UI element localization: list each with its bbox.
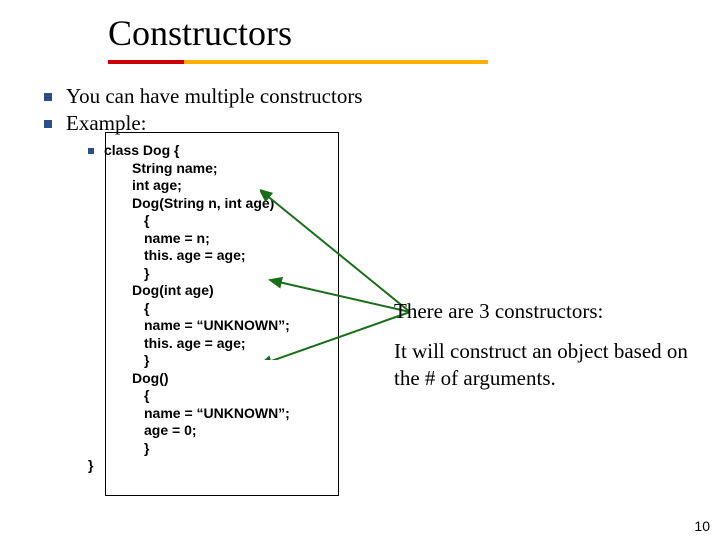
code-line: this. age = age;: [104, 335, 290, 353]
code-line: this. age = age;: [104, 247, 290, 265]
code-line: {: [104, 300, 290, 318]
bullet-icon: [88, 148, 94, 154]
page-number: 10: [694, 518, 710, 534]
annotation-2: It will construct an object based on the…: [394, 338, 694, 391]
code-line: name = “UNKNOWN”;: [104, 405, 290, 423]
code-line: name = “UNKNOWN”;: [104, 317, 290, 335]
code-line: Dog(String n, int age): [104, 195, 290, 213]
slide-title: Constructors: [108, 12, 720, 54]
code-line: }: [104, 265, 290, 283]
title-block: Constructors: [0, 0, 720, 54]
bullet-2: Example:: [44, 111, 720, 136]
bullet-1: You can have multiple constructors: [44, 84, 720, 109]
body: You can have multiple constructors Examp…: [0, 64, 720, 473]
code-line: }: [104, 440, 290, 458]
code-block: class Dog { String name; int age; Dog(St…: [104, 142, 290, 457]
bullet-icon: [44, 93, 52, 101]
code-line: {: [104, 387, 290, 405]
bullet-2-text: Example:: [66, 111, 146, 136]
bullet-1-text: You can have multiple constructors: [66, 84, 362, 109]
code-line: String name;: [104, 160, 290, 178]
code-line: class Dog {: [104, 142, 290, 160]
code-line: Dog(int age): [104, 282, 290, 300]
code-line: Dog(): [104, 370, 290, 388]
slide: Constructors You can have multiple const…: [0, 0, 720, 540]
code-line: int age;: [104, 177, 290, 195]
annotation-block: There are 3 constructors: It will constr…: [394, 298, 694, 405]
code-line: age = 0;: [104, 422, 290, 440]
bullet-icon: [44, 120, 52, 128]
code-line: {: [104, 212, 290, 230]
code-close-brace: }: [88, 457, 720, 473]
code-line: }: [104, 352, 290, 370]
code-line: name = n;: [104, 230, 290, 248]
annotation-1: There are 3 constructors:: [394, 298, 694, 324]
